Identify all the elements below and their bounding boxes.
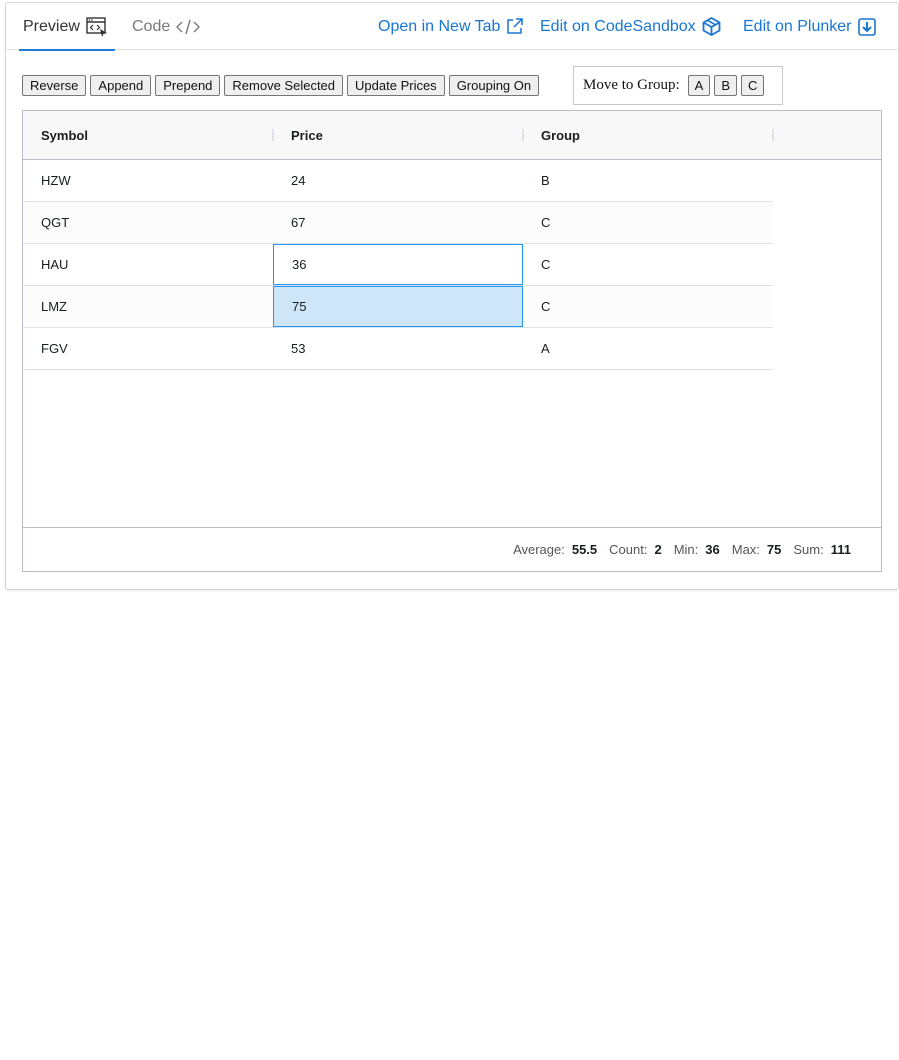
table-row[interactable]: HAU 36 C	[23, 244, 773, 286]
table-row[interactable]: FGV 53 A	[23, 328, 773, 370]
table-row[interactable]: LMZ 75 C	[23, 286, 773, 328]
cell-symbol[interactable]: HAU	[23, 244, 273, 285]
status-count-value: 2	[654, 542, 662, 557]
cell-group[interactable]: C	[523, 286, 773, 327]
code-icon	[176, 19, 201, 35]
group-b-button[interactable]: B	[714, 75, 738, 96]
column-header-price[interactable]: Price	[273, 111, 323, 159]
cell-symbol[interactable]: QGT	[23, 202, 273, 243]
example-panel: Preview Code Open in New Tab Edit on Cod…	[5, 2, 899, 590]
status-max-label: Max:	[731, 542, 760, 557]
group-a-button[interactable]: A	[687, 75, 711, 96]
cell-symbol[interactable]: FGV	[23, 328, 273, 369]
cell-group[interactable]: C	[523, 244, 773, 285]
grid-header: Symbol Price Group	[23, 111, 881, 160]
cell-price[interactable]: 75	[273, 286, 523, 327]
external-link-icon	[506, 18, 524, 35]
grid-toolbar: Reverse Append Prepend Remove Selected U…	[22, 75, 540, 96]
remove-selected-button[interactable]: Remove Selected	[224, 75, 344, 96]
grid-body: HZW 24 B QGT 67 C HAU 36 C LMZ 75 C FGV 53 A	[23, 160, 773, 370]
prepend-button[interactable]: Prepend	[155, 75, 221, 96]
table-row[interactable]: HZW 24 B	[23, 160, 773, 202]
cell-symbol[interactable]: LMZ	[23, 286, 273, 327]
tab-preview[interactable]: Preview	[19, 3, 115, 51]
status-min-label: Min:	[673, 542, 699, 557]
download-box-icon	[857, 17, 876, 36]
tab-code-label: Code	[132, 17, 171, 35]
status-count-label: Count:	[609, 542, 648, 557]
edit-on-plunker-link[interactable]: Edit on Plunker	[743, 3, 876, 50]
status-max: Max: 75	[732, 542, 782, 557]
status-bar: Average: 55.5 Count: 2 Min: 36 Max: 75 S…	[23, 527, 881, 571]
append-button[interactable]: Append	[90, 75, 152, 96]
status-average-label: Average:	[513, 542, 565, 557]
reverse-button[interactable]: Reverse	[22, 75, 87, 96]
grouping-on-button[interactable]: Grouping On	[448, 75, 540, 96]
status-count: Count: 2	[609, 542, 662, 557]
edit-on-codesandbox-label: Edit on CodeSandbox	[540, 17, 696, 35]
cell-price[interactable]: 67	[273, 202, 523, 243]
update-prices-button[interactable]: Update Prices	[347, 75, 445, 96]
status-min-value: 36	[705, 542, 720, 557]
column-resize-handle[interactable]	[772, 129, 774, 141]
cell-price[interactable]: 53	[273, 328, 523, 369]
cell-price[interactable]: 36	[273, 244, 523, 285]
status-sum-label: Sum:	[793, 542, 824, 557]
cell-price[interactable]: 24	[273, 160, 523, 201]
cell-group[interactable]: A	[523, 328, 773, 369]
tab-preview-label: Preview	[23, 17, 80, 35]
cell-group[interactable]: B	[523, 160, 773, 201]
status-average: Average: 55.5	[513, 542, 597, 557]
open-in-new-tab-label: Open in New Tab	[378, 17, 501, 35]
edit-on-codesandbox-link[interactable]: Edit on CodeSandbox	[540, 3, 721, 50]
codesandbox-cube-icon	[702, 17, 721, 36]
cell-symbol[interactable]: HZW	[23, 160, 273, 201]
status-sum: Sum: 111	[793, 542, 851, 557]
tab-bar: Preview Code Open in New Tab Edit on Cod…	[6, 3, 898, 51]
column-header-symbol[interactable]: Symbol	[23, 111, 88, 159]
move-to-group-box: Move to Group: A B C	[573, 66, 783, 105]
preview-icon	[86, 16, 108, 37]
table-row[interactable]: QGT 67 C	[23, 202, 773, 244]
data-grid: Symbol Price Group HZW 24 B QGT 67 C HAU 36 C LMZ…	[22, 110, 882, 572]
tab-code[interactable]: Code	[132, 3, 201, 50]
status-sum-value: 111	[830, 542, 851, 557]
column-header-group[interactable]: Group	[523, 111, 580, 159]
group-c-button[interactable]: C	[741, 75, 765, 96]
status-average-value: 55.5	[571, 542, 598, 557]
status-max-value: 75	[766, 542, 782, 557]
status-min: Min: 36	[674, 542, 720, 557]
move-to-group-label: Move to Group:	[583, 77, 680, 93]
open-in-new-tab-link[interactable]: Open in New Tab	[378, 3, 524, 50]
edit-on-plunker-label: Edit on Plunker	[743, 17, 852, 35]
cell-group[interactable]: C	[523, 202, 773, 243]
